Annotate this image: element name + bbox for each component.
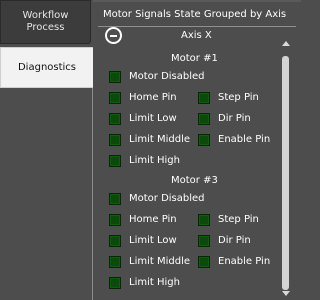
- signal-label: Dir Pin: [218, 235, 251, 246]
- tab-diagnostics[interactable]: Diagnostics: [0, 47, 93, 88]
- signal-label: Home Pin: [129, 92, 177, 103]
- signal-label: Motor Disabled: [129, 71, 205, 82]
- led-indicator-icon: [109, 112, 121, 125]
- signal-label: Limit High: [129, 277, 180, 288]
- led-indicator-icon: [198, 255, 210, 268]
- motor-title: Motor #3: [171, 175, 218, 186]
- signal-label: Motor Disabled: [129, 193, 205, 204]
- signal-label: Limit Middle: [129, 134, 191, 145]
- led-indicator-icon: [198, 234, 210, 247]
- led-indicator-icon: [109, 255, 121, 268]
- led-indicator-icon: [198, 91, 210, 104]
- signal-limit-low: Limit Low: [109, 112, 177, 125]
- signal-label: Dir Pin: [218, 113, 251, 124]
- signal-limit-middle: Limit Middle: [109, 255, 190, 268]
- led-indicator-icon: [198, 133, 210, 146]
- led-indicator-icon: [109, 276, 121, 289]
- tab-workflow-process-line2: Process: [26, 22, 65, 33]
- scrollbar-thumb[interactable]: [282, 56, 289, 290]
- signal-limit-low: Limit Low: [109, 234, 177, 247]
- led-indicator-icon: [109, 192, 121, 205]
- signal-enable-pin: Enable Pin: [198, 255, 270, 268]
- vertical-scrollbar[interactable]: [281, 40, 291, 296]
- signal-home-pin: Home Pin: [109, 91, 177, 104]
- signal-enable-pin: Enable Pin: [198, 133, 270, 146]
- led-indicator-icon: [109, 154, 121, 167]
- panel-title-divider: [98, 26, 296, 27]
- signal-dir-pin: Dir Pin: [198, 234, 251, 247]
- tab-workflow-process[interactable]: Workflow Process: [0, 0, 91, 44]
- signal-home-pin: Home Pin: [109, 213, 177, 226]
- signal-limit-high: Limit High: [109, 154, 180, 167]
- signal-label: Enable Pin: [218, 256, 271, 267]
- signal-label: Limit Middle: [129, 256, 191, 267]
- signal-label: Step Pin: [218, 214, 259, 225]
- signal-label: Enable Pin: [218, 134, 271, 145]
- signal-step-pin: Step Pin: [198, 213, 259, 226]
- signal-label: Limit High: [129, 155, 180, 166]
- collapse-axis-button[interactable]: [105, 27, 122, 44]
- tab-diagnostics-label: Diagnostics: [17, 61, 77, 73]
- signal-label: Limit Low: [129, 113, 177, 124]
- signal-limit-middle: Limit Middle: [109, 133, 190, 146]
- motor-title: Motor #1: [171, 53, 218, 64]
- led-indicator-icon: [109, 91, 121, 104]
- motor-signals-panel: Motor Signals State Grouped by Axis Axis…: [93, 0, 301, 300]
- signal-label: Home Pin: [129, 214, 177, 225]
- tab-workflow-process-line1: Workflow: [22, 10, 69, 21]
- led-indicator-icon: [109, 234, 121, 247]
- panel-top-border: [93, 0, 301, 2]
- scroll-down-arrow-icon[interactable]: [282, 291, 290, 296]
- signal-label: Limit Low: [129, 235, 177, 246]
- led-indicator-icon: [198, 213, 210, 226]
- panel-title: Motor Signals State Grouped by Axis: [103, 9, 287, 20]
- signal-motor-disabled: Motor Disabled: [109, 70, 205, 83]
- led-indicator-icon: [109, 70, 121, 83]
- led-indicator-icon: [109, 133, 121, 146]
- signal-step-pin: Step Pin: [198, 91, 259, 104]
- signal-limit-high: Limit High: [109, 276, 180, 289]
- led-indicator-icon: [198, 112, 210, 125]
- signal-motor-disabled: Motor Disabled: [109, 192, 205, 205]
- signal-label: Step Pin: [218, 92, 259, 103]
- led-indicator-icon: [109, 213, 121, 226]
- sidebar: Workflow Process Diagnostics: [0, 0, 93, 300]
- axis-label: Axis X: [181, 30, 212, 41]
- signal-dir-pin: Dir Pin: [198, 112, 251, 125]
- scroll-up-arrow-icon[interactable]: [282, 41, 290, 46]
